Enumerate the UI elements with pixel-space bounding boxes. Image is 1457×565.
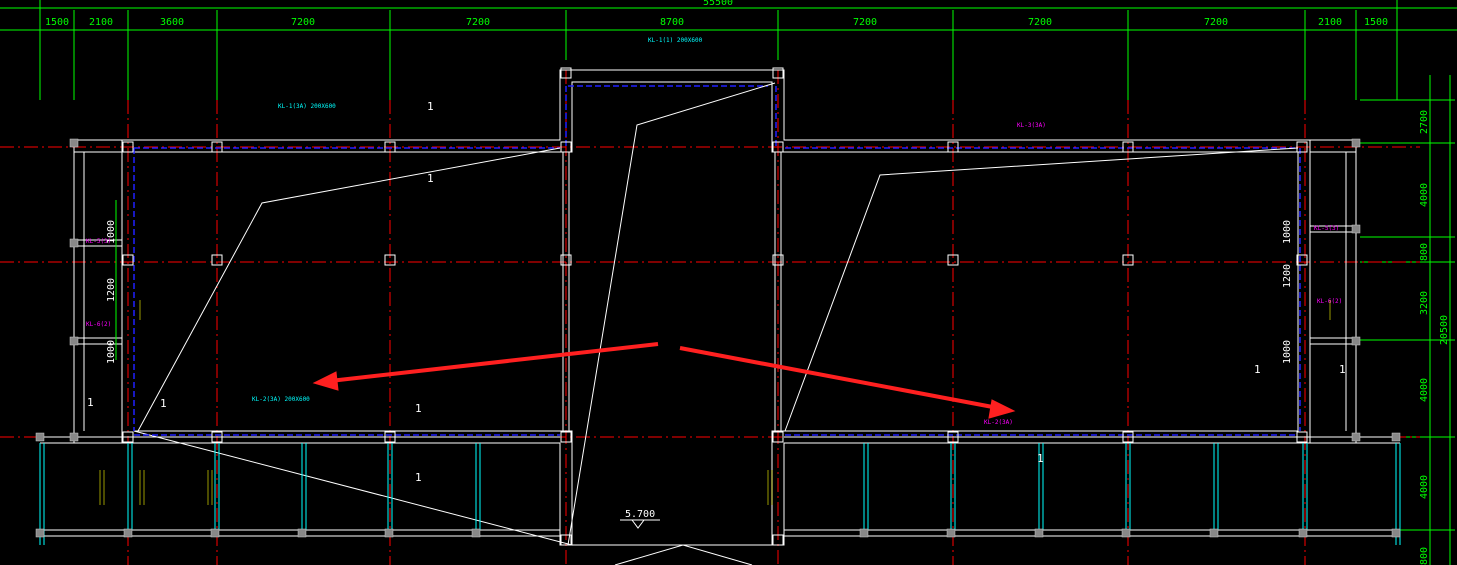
dim-right-total: 20500 bbox=[1439, 315, 1450, 345]
small-columns bbox=[35, 138, 1401, 538]
beam-tag: KL-6(2) bbox=[1317, 298, 1342, 305]
slab-number: 1 bbox=[427, 172, 434, 185]
dim-right-4: 3200 bbox=[1419, 291, 1430, 315]
slab-number: 1 bbox=[415, 402, 422, 415]
beam-tag: KL-1(1) 200X600 bbox=[648, 37, 703, 44]
elevation-mark: 5.700 bbox=[614, 509, 753, 565]
dim-top-9: 7200 bbox=[1204, 17, 1228, 28]
dim-top-6: 8700 bbox=[660, 17, 684, 28]
dim-total-top: 55500 bbox=[703, 0, 733, 8]
dim-right-inner-2: 1200 bbox=[1282, 264, 1293, 288]
slab-number: 1 bbox=[427, 100, 434, 113]
dim-top-8: 7200 bbox=[1028, 17, 1052, 28]
dim-top-10: 2100 bbox=[1318, 17, 1342, 28]
dim-right-2: 4000 bbox=[1419, 183, 1430, 207]
slab-number: 1 bbox=[415, 471, 422, 484]
dim-top-5: 7200 bbox=[466, 17, 490, 28]
slab-number: 1 bbox=[87, 396, 94, 409]
dim-right-inner-3: 1000 bbox=[1282, 340, 1293, 364]
beam-outlines bbox=[40, 69, 1400, 546]
dim-left-2: 1200 bbox=[106, 278, 117, 302]
beam-tag: KL-5(3) bbox=[1314, 225, 1339, 232]
dim-right-inner-1: 1000 bbox=[1282, 220, 1293, 244]
dim-top-4: 7200 bbox=[291, 17, 315, 28]
beam-tag: KL-2(3A) 200X600 bbox=[252, 396, 310, 403]
elevation-label: 5.700 bbox=[625, 509, 655, 520]
top-dimension-chain bbox=[0, 0, 1457, 100]
beam-tag: KL-3(3A) bbox=[1017, 122, 1046, 129]
axis-lines bbox=[0, 70, 1420, 565]
dim-top-11: 1500 bbox=[1364, 17, 1388, 28]
dim-top-2: 2100 bbox=[89, 17, 113, 28]
dim-right-1: 2700 bbox=[1419, 110, 1430, 134]
slab-number: 1 bbox=[160, 397, 167, 410]
dim-right-5: 4000 bbox=[1419, 378, 1430, 402]
beam-tag: KL-1(3A) 200X600 bbox=[278, 103, 336, 110]
slab-edges bbox=[133, 85, 1301, 436]
dim-left-3: 1000 bbox=[106, 340, 117, 364]
cad-drawing-canvas[interactable]: 55500 1500 2100 3600 7200 7200 8700 7200… bbox=[0, 0, 1457, 565]
slab-number: 1 bbox=[1254, 363, 1261, 376]
dim-top-3: 3600 bbox=[160, 17, 184, 28]
dim-right-6: 4000 bbox=[1419, 475, 1430, 499]
dim-top-7: 7200 bbox=[853, 17, 877, 28]
slab-number: 1 bbox=[1037, 452, 1044, 465]
dim-top-1: 1500 bbox=[45, 17, 69, 28]
beam-tag: KL-2(3A) bbox=[984, 419, 1013, 426]
beam-tag: KL-6(2) bbox=[86, 321, 111, 328]
dim-right-7: 800 bbox=[1419, 547, 1430, 565]
dim-right-3: 800 bbox=[1419, 243, 1430, 261]
slab-number: 1 bbox=[1339, 363, 1346, 376]
beam-tag: KL-5(3) bbox=[86, 238, 111, 245]
